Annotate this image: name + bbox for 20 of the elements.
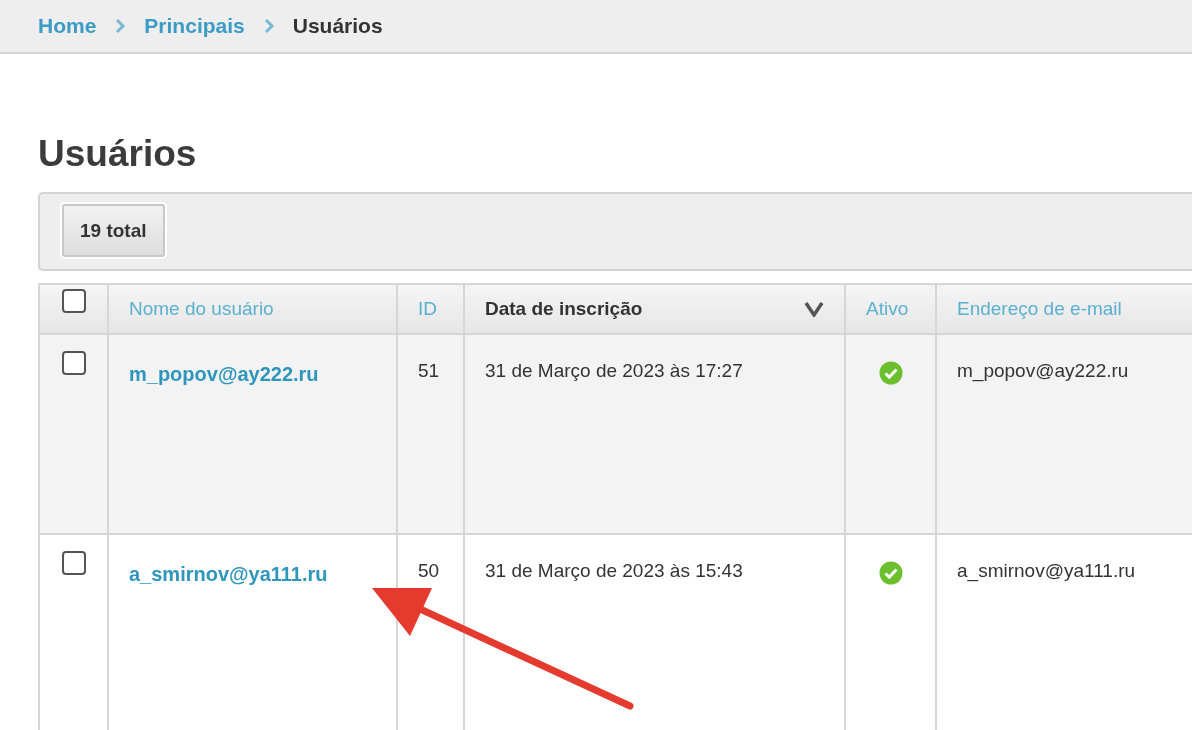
breadcrumb-link[interactable]: Home — [38, 10, 97, 42]
table-cell: 31 de Março de 2023 às 15:43 — [485, 560, 743, 582]
breadcrumb-link[interactable]: Principais — [144, 10, 245, 42]
checkbox[interactable] — [61, 551, 86, 576]
chevron-right-icon — [114, 18, 127, 34]
username-link[interactable]: a_smirnov@ya111.ru — [129, 563, 328, 586]
total-count-button[interactable]: 19 total — [62, 204, 165, 258]
table-cell: 31 de Março de 2023 às 17:27 — [485, 360, 743, 382]
table-cell: a_smirnov@ya111.ru — [957, 560, 1136, 582]
chevron-right-icon — [262, 18, 275, 34]
chevron-down-icon[interactable] — [804, 301, 824, 318]
table-cell: m_popov@ay222.ru — [957, 360, 1129, 382]
checkbox[interactable] — [61, 289, 86, 314]
table-cell: 51 — [418, 360, 440, 382]
checkbox[interactable] — [61, 351, 86, 376]
table-cell: 50 — [418, 560, 440, 582]
breadcrumb-current: Usuários — [292, 13, 383, 40]
page-title: Usuários — [38, 132, 198, 176]
column-header-link[interactable]: ID — [418, 298, 437, 320]
username-link[interactable]: m_popov@ay222.ru — [129, 363, 319, 386]
